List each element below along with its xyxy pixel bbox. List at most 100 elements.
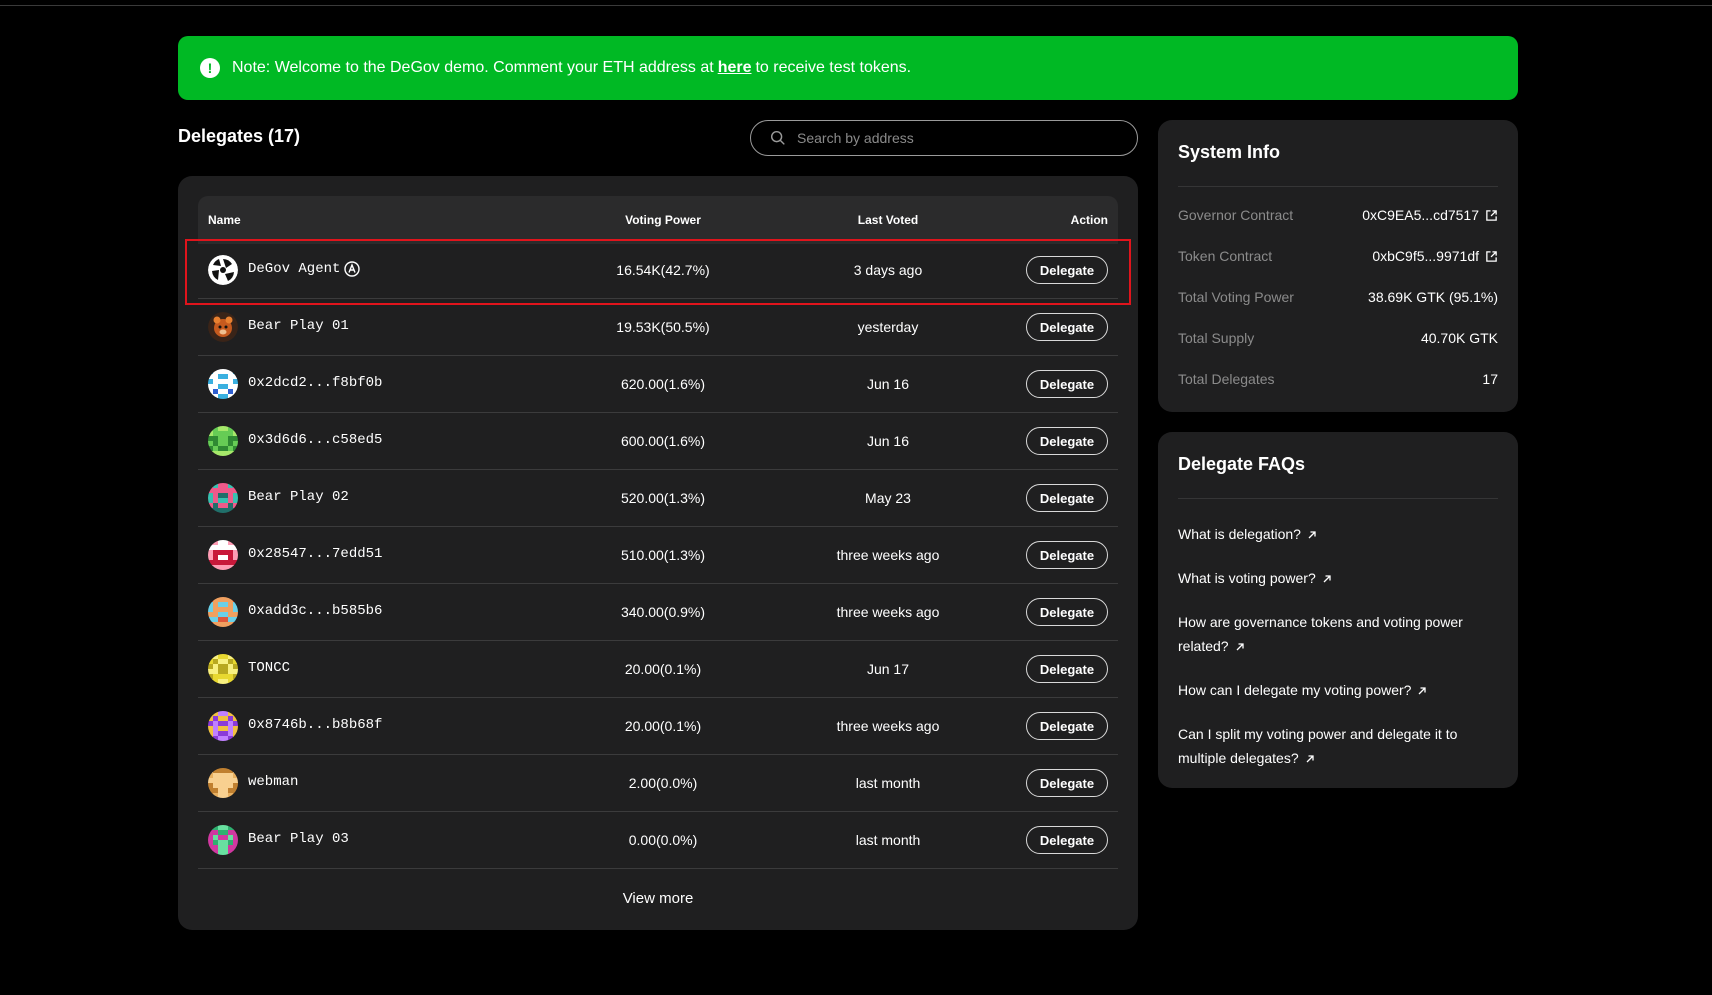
avatar (208, 540, 238, 570)
voting-power-value: 0.00(0.0%) (628, 832, 698, 848)
banner-text-after: to receive test tokens. (755, 59, 912, 76)
avatar (208, 654, 238, 684)
column-header-name: Name (208, 213, 241, 227)
last-voted-value: May 23 (865, 490, 911, 506)
delegate-name[interactable]: webman (248, 774, 298, 790)
voting-power-value: 16.54K(42.7%) (616, 262, 710, 278)
last-voted-value: Jun 16 (866, 433, 910, 449)
faq-question: What is delegation? (1178, 526, 1301, 542)
delegate-name[interactable]: Bear Play 02 (248, 489, 349, 505)
system-info-value-text: 17 (1482, 371, 1498, 387)
faq-link[interactable]: How are governance tokens and voting pow… (1178, 610, 1478, 658)
alert-icon: ! (200, 58, 220, 78)
voting-power-value: 20.00(0.1%) (624, 718, 702, 734)
faq-link[interactable]: What is delegation? (1178, 522, 1478, 546)
faq-link[interactable]: What is voting power? (1178, 566, 1478, 590)
arrow-up-right-icon (1323, 575, 1331, 583)
last-voted-value: last month (855, 775, 921, 791)
system-info-panel: System Info Governor Contract 0xC9EA5...c… (1158, 120, 1518, 412)
search-box[interactable] (750, 120, 1138, 156)
faq-question: Can I split my voting power and delegate… (1178, 726, 1458, 766)
view-more-link[interactable]: View more (178, 890, 1138, 907)
avatar (208, 768, 238, 798)
last-voted-value: Jun 16 (866, 376, 910, 392)
table-row: Bear Play 02 520.00(1.3%) May 23 Delegate (198, 470, 1118, 527)
delegate-button[interactable]: Delegate (1026, 541, 1108, 569)
banner-here-link[interactable]: here (718, 59, 752, 77)
delegate-button[interactable]: Delegate (1026, 313, 1108, 341)
system-info-row: Total Supply 40.70K GTK (1178, 330, 1498, 346)
system-info-label: Total Delegates (1178, 371, 1275, 387)
system-info-row: Governor Contract 0xC9EA5...cd7517 (1178, 207, 1498, 223)
avatar (208, 483, 238, 513)
voting-power-value: 340.00(0.9%) (620, 604, 706, 620)
faq-panel: Delegate FAQs What is delegation? What is… (1158, 432, 1518, 788)
delegate-name[interactable]: 0xadd3c...b585b6 (248, 603, 382, 619)
external-link-icon[interactable] (1485, 209, 1498, 222)
table-row: 0x28547...7edd51 510.00(1.3%) three weeks … (198, 527, 1118, 584)
system-info-value[interactable]: 0xC9EA5...cd7517 (1362, 207, 1498, 223)
faq-link[interactable]: Can I split my voting power and delegate… (1178, 722, 1478, 770)
delegate-name[interactable]: Bear Play 03 (248, 831, 349, 847)
table-row: 0xadd3c...b585b6 340.00(0.9%) three weeks … (198, 584, 1118, 641)
system-info-value-text: 38.69K GTK (95.1%) (1368, 289, 1498, 305)
system-info-label: Total Voting Power (1178, 289, 1294, 305)
faq-question: How are governance tokens and voting pow… (1178, 614, 1463, 654)
voting-power-value: 2.00(0.0%) (628, 775, 698, 791)
last-voted-value: last month (855, 832, 921, 848)
divider (1178, 186, 1498, 187)
delegate-name[interactable]: 0x28547...7edd51 (248, 546, 382, 562)
column-header-voting-power: Voting Power (625, 213, 701, 227)
system-info-row: Total Voting Power 38.69K GTK (95.1%) (1178, 289, 1498, 305)
last-voted-value: three weeks ago (836, 547, 940, 563)
voting-power-value: 510.00(1.3%) (620, 547, 706, 563)
avatar (208, 426, 238, 456)
arrow-up-right-icon (1419, 687, 1427, 695)
avatar (208, 825, 238, 855)
table-row: Bear Play 01 19.53K(50.5%) yesterday Delega… (198, 299, 1118, 356)
table-row: 0x2dcd2...f8bf0b 620.00(1.6%) Jun 16 Delega… (198, 356, 1118, 413)
delegate-button[interactable]: Delegate (1026, 484, 1108, 512)
delegate-name[interactable]: Bear Play 01 (248, 318, 349, 334)
table-row: TONCC 20.00(0.1%) Jun 17 Delegate (198, 641, 1118, 698)
faq-link[interactable]: How can I delegate my voting power? (1178, 678, 1478, 702)
delegate-name[interactable]: 0x8746b...b8b68f (248, 717, 382, 733)
delegates-table-card: Name Voting Power Last Voted Action DeGo… (178, 176, 1138, 930)
delegate-button[interactable]: Delegate (1026, 769, 1108, 797)
voting-power-value: 600.00(1.6%) (620, 433, 706, 449)
delegate-button[interactable]: Delegate (1026, 598, 1108, 626)
delegate-name[interactable]: DeGov Agent (248, 261, 340, 277)
divider (1178, 498, 1498, 499)
delegate-name[interactable]: 0x2dcd2...f8bf0b (248, 375, 382, 391)
table-body: DeGov Agent 16.54K(42.7%) 3 days ago Delega… (198, 242, 1118, 869)
external-link-icon[interactable] (1485, 250, 1498, 263)
voting-power-value: 20.00(0.1%) (624, 661, 702, 677)
table-row: 0x3d6d6...c58ed5 600.00(1.6%) Jun 16 Delega… (198, 413, 1118, 470)
search-input[interactable] (797, 130, 1117, 146)
faq-question: How can I delegate my voting power? (1178, 682, 1412, 698)
system-info-value: 38.69K GTK (95.1%) (1368, 289, 1498, 305)
faq-question: What is voting power? (1178, 570, 1316, 586)
search-icon (770, 130, 785, 145)
system-info-value-text: 0xbC9f5...9971df (1372, 248, 1479, 264)
delegate-name[interactable]: TONCC (248, 660, 290, 676)
system-info-value-text: 0xC9EA5...cd7517 (1362, 207, 1479, 223)
delegate-button[interactable]: Delegate (1026, 256, 1108, 284)
table-row: 0x8746b...b8b68f 20.00(0.1%) three weeks a… (198, 698, 1118, 755)
arrow-up-right-icon (1308, 531, 1316, 539)
column-header-last-voted: Last Voted (857, 213, 919, 227)
ai-agent-icon (344, 261, 360, 277)
delegate-button[interactable]: Delegate (1026, 370, 1108, 398)
delegate-button[interactable]: Delegate (1026, 655, 1108, 683)
delegate-name[interactable]: 0x3d6d6...c58ed5 (248, 432, 382, 448)
table-row: DeGov Agent 16.54K(42.7%) 3 days ago Delega… (198, 242, 1118, 299)
arrow-up-right-icon (1306, 755, 1314, 763)
delegate-button[interactable]: Delegate (1026, 826, 1108, 854)
faq-title: Delegate FAQs (1178, 454, 1306, 474)
voting-power-value: 19.53K(50.5%) (616, 319, 710, 335)
last-voted-value: three weeks ago (836, 604, 940, 620)
delegate-button[interactable]: Delegate (1026, 712, 1108, 740)
system-info-title: System Info (1178, 142, 1281, 162)
system-info-value[interactable]: 0xbC9f5...9971df (1372, 248, 1498, 264)
delegate-button[interactable]: Delegate (1026, 427, 1108, 455)
